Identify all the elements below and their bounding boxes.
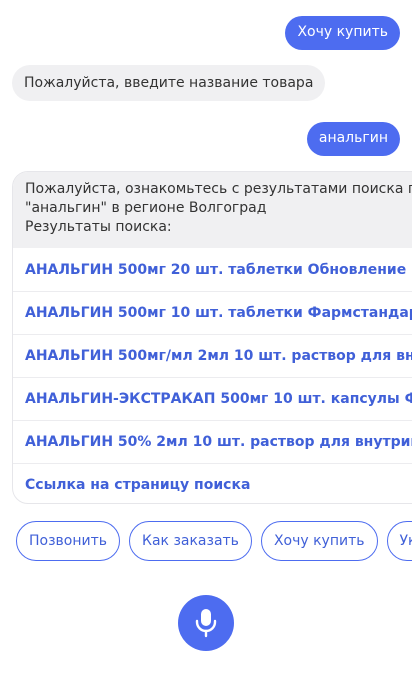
microphone-icon (195, 609, 217, 638)
results-intro-line: Пожалуйста, ознакомьтесь с результатами … (25, 181, 412, 197)
suggestion-how-to-order[interactable]: Как заказать (129, 521, 252, 561)
suggestion-want-to-buy[interactable]: Хочу купить (260, 521, 378, 561)
result-link[interactable]: АНАЛЬГИН 500мг 20 шт. таблетки Обновлени… (13, 248, 412, 291)
search-page-link[interactable]: Ссылка на страницу поиска (13, 463, 412, 503)
microphone-button[interactable] (178, 595, 234, 651)
results-intro-line: Результаты поиска: (25, 219, 172, 235)
search-results-card: Пожалуйста, ознакомьтесь с результатами … (12, 171, 412, 504)
user-message-bubble: Хочу купить (285, 16, 400, 50)
suggestion-chips: Позвонить Как заказать Хочу купить Указа… (16, 521, 412, 561)
bot-message-bubble: Пожалуйста, введите название товара (12, 65, 326, 101)
suggestion-call[interactable]: Позвонить (16, 521, 121, 561)
results-intro-line: "анальгин" в регионе Волгоград (25, 200, 267, 216)
suggestion-specify[interactable]: Указать (386, 521, 412, 561)
chat-screen: Хочу купить Пожалуйста, введите название… (0, 0, 412, 681)
result-link[interactable]: АНАЛЬГИН 50% 2мл 10 шт. раствор для внут… (13, 420, 412, 463)
search-results-intro: Пожалуйста, ознакомьтесь с результатами … (13, 172, 412, 248)
user-message-bubble: анальгин (306, 122, 400, 156)
results-list: АНАЛЬГИН 500мг 20 шт. таблетки Обновлени… (13, 248, 412, 463)
result-link[interactable]: АНАЛЬГИН 500мг 10 шт. таблетки Фармстанд… (13, 291, 412, 334)
result-link[interactable]: АНАЛЬГИН-ЭКСТРАКАП 500мг 10 шт. капсулы … (13, 377, 412, 420)
result-link[interactable]: АНАЛЬГИН 500мг/мл 2мл 10 шт. раствор для… (13, 334, 412, 377)
